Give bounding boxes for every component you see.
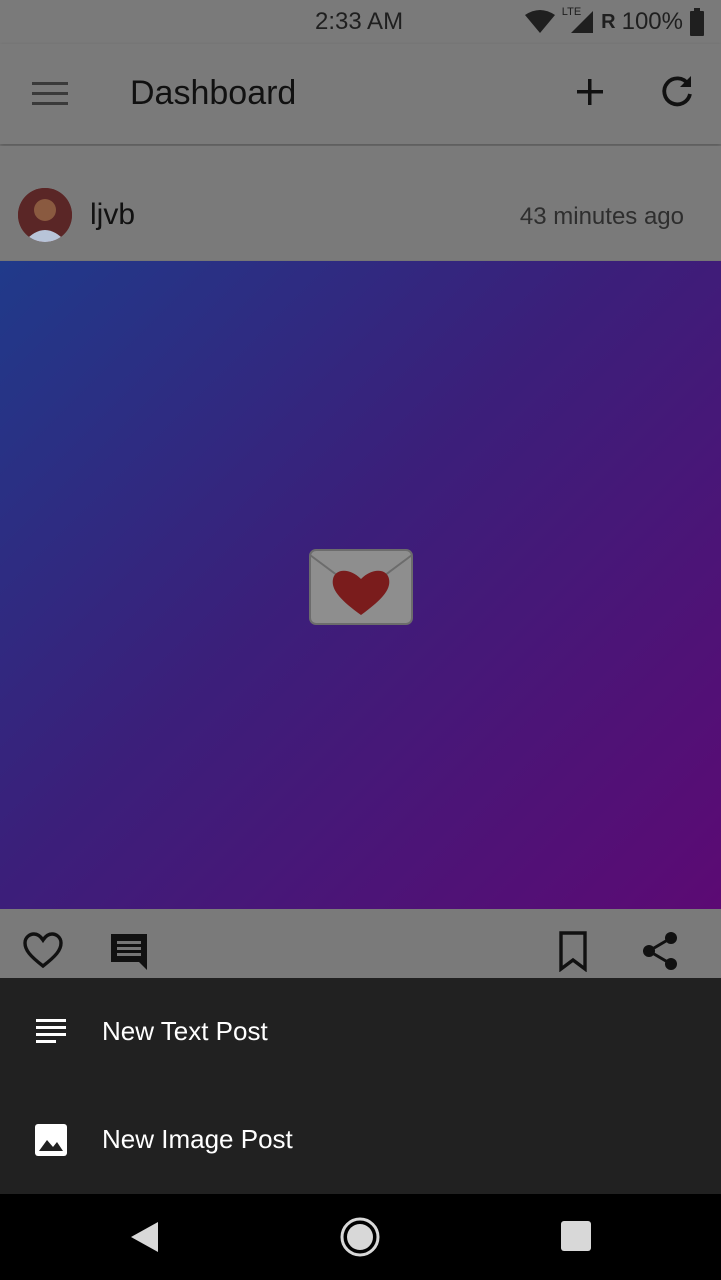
status-time: 2:33 AM — [315, 8, 404, 35]
image-icon — [35, 1124, 67, 1156]
status-bar: 2:33 AM LTE R 100% — [0, 0, 721, 44]
cell-signal-icon — [571, 11, 594, 33]
love-letter-icon — [309, 549, 413, 625]
post-username[interactable]: ljvb — [90, 198, 135, 232]
post-timestamp: 43 minutes ago — [519, 203, 684, 230]
bookmark-icon[interactable] — [555, 930, 591, 972]
page-title: Dashboard — [130, 74, 297, 112]
refresh-icon[interactable] — [655, 70, 699, 114]
roaming-label: R — [601, 10, 616, 33]
add-icon[interactable] — [568, 70, 612, 114]
text-lines-icon — [36, 1019, 66, 1043]
bottom-sheet: New Text Post New Image Post — [0, 978, 721, 1194]
new-image-post-label: New Image Post — [102, 1124, 293, 1154]
status-indicators: LTE R 100% — [524, 6, 705, 38]
new-text-post-label: New Text Post — [102, 1016, 268, 1046]
avatar-image — [18, 188, 72, 242]
comment-icon[interactable] — [108, 930, 150, 972]
battery-icon — [690, 8, 704, 36]
menu-icon[interactable] — [32, 80, 68, 108]
wifi-icon — [524, 10, 555, 33]
share-icon[interactable] — [640, 930, 680, 972]
new-image-post-item[interactable]: New Image Post — [0, 1086, 721, 1194]
home-icon[interactable] — [339, 1216, 381, 1258]
recents-icon[interactable] — [561, 1221, 591, 1251]
battery-level: 100% — [621, 8, 683, 35]
avatar[interactable] — [18, 188, 72, 242]
back-icon[interactable] — [128, 1220, 162, 1254]
new-text-post-item[interactable]: New Text Post — [0, 978, 721, 1086]
app-bar — [0, 44, 721, 144]
heart-icon[interactable] — [22, 930, 64, 972]
